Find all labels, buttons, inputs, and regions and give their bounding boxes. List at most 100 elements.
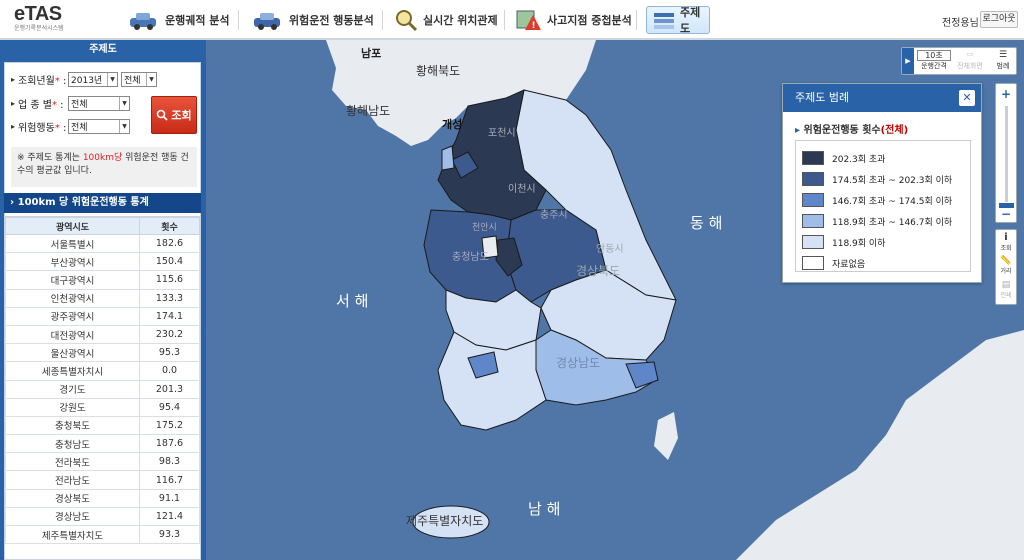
printer-icon: ▤ <box>1001 280 1011 290</box>
chevron-right-icon: ▸ <box>795 125 801 136</box>
legend-header: 주제도 범례 ✕ <box>783 84 981 112</box>
table-header-row: 광역시도 횟수 <box>5 217 200 235</box>
table-row: 부산광역시 150.4 <box>5 252 200 272</box>
column-header-count: 횟수 <box>139 217 200 235</box>
count-cell: 93.3 <box>139 524 200 545</box>
menu-divider <box>636 10 637 30</box>
toolbar-collapse-toggle[interactable]: ▶ <box>902 48 914 74</box>
stats-title: › 100km 당 위험운전행동 통계 <box>4 193 201 213</box>
magnifier-map-icon <box>394 9 418 32</box>
map-toolbar: ▶ 10초 운행간격 ▭ 전체화면 ☰ 범례 <box>901 47 1017 75</box>
print-button[interactable]: ▤ 인쇄 <box>996 280 1016 304</box>
legend-swatch <box>802 235 824 249</box>
zoom-in-button[interactable]: + <box>999 87 1013 101</box>
zoom-slider-track[interactable] <box>1005 106 1008 202</box>
year-select[interactable]: 2013년 ▼ <box>68 71 119 87</box>
label-andong: 안동시 <box>596 244 624 255</box>
menu-driving-trajectory[interactable]: 운행궤적 분석 <box>128 6 230 34</box>
logo-subtitle: 운행기록분석시스템 <box>14 25 64 32</box>
legend-button[interactable]: ☰ 범례 <box>992 50 1014 73</box>
menu-accident-overlay[interactable]: ! 사고지점 중첩분석 <box>516 6 632 34</box>
region-cell: 서울특별시 <box>5 233 140 254</box>
month-select[interactable]: 전체 ▼ <box>121 71 158 87</box>
legend-swatch <box>802 151 824 165</box>
legend-label: 자료없음 <box>832 259 866 270</box>
legend-subtitle: ▸ 위험운전행동 횟수(전체) <box>795 125 909 136</box>
legend-label: 146.7회 초과 ~ 174.5회 이하 <box>832 196 953 207</box>
industry-select[interactable]: 전체 ▼ <box>68 95 131 111</box>
label-kaesong: 개성 <box>442 118 463 131</box>
table-row: 인천광역시 133.3 <box>5 288 200 308</box>
label-south-sea: 남 해 <box>528 500 561 518</box>
legend-label: 174.5회 초과 ~ 202.3회 이하 <box>832 175 953 186</box>
legend-swatch <box>802 256 824 270</box>
tsushima-land <box>654 412 678 460</box>
region-cell: 경기도 <box>5 379 140 399</box>
search-button[interactable]: 조회 <box>151 96 197 134</box>
year-row: ▸ 조회년월* : 2013년 ▼ 전체 ▼ <box>11 71 160 87</box>
behavior-select[interactable]: 전체 ▼ <box>68 118 131 134</box>
query-tool-button[interactable]: i 조회 <box>996 232 1016 256</box>
interval-select[interactable]: 10초 운행간격 <box>917 50 951 73</box>
region-cell: 경상남도 <box>5 506 140 527</box>
table-row: 세종특별자치시 0.0 <box>5 361 200 381</box>
region-cell: 광주광역시 <box>5 306 140 326</box>
table-row: 경상북도 91.1 <box>5 488 200 508</box>
info-icon: i <box>1004 232 1008 243</box>
legend-label: 118.9회 이하 <box>832 238 886 249</box>
chevron-down-icon: ▼ <box>146 72 156 86</box>
legend-item: 118.9회 초과 ~ 146.7회 이하 <box>802 212 952 230</box>
table-row: 울산광역시 95.3 <box>5 343 200 363</box>
region-cell: 전라남도 <box>5 470 140 490</box>
year-label: 조회년월* : <box>18 75 67 87</box>
count-cell: 133.3 <box>139 288 200 308</box>
logo-title: eTAS <box>14 3 62 25</box>
menu-label: 사고지점 중첩분석 <box>547 14 632 27</box>
count-cell: 174.1 <box>139 306 200 326</box>
close-icon[interactable]: ✕ <box>959 90 975 106</box>
region-cell: 전라북도 <box>5 452 140 472</box>
industry-row: ▸ 업 종 별* : 전체 ▼ <box>11 95 133 111</box>
region-cell: 부산광역시 <box>5 252 140 272</box>
table-row: 충청북도 175.2 <box>5 415 200 436</box>
label-chungju: 충주시 <box>540 210 568 221</box>
table-row: 대전광역시 230.2 <box>5 324 200 345</box>
menu-divider <box>382 10 383 30</box>
legend-swatch <box>802 172 824 186</box>
count-cell: 95.3 <box>139 343 200 363</box>
logo[interactable]: eTAS 운행기록분석시스템 <box>14 4 64 33</box>
count-cell: 116.7 <box>139 470 200 490</box>
table-row: 제주특별자치도 93.3 <box>5 524 200 545</box>
stats-table: 광역시도 횟수 서울특별시 182.6 부산광역시 150.4 대구광역시 115.6 인천… <box>4 216 201 560</box>
svg-text:!: ! <box>532 21 536 31</box>
list-icon: ☰ <box>998 50 1008 60</box>
fullscreen-button[interactable]: ▭ 전체화면 <box>956 50 984 73</box>
label-gyeongnam: 경상남도 <box>556 356 601 370</box>
menu-realtime-location[interactable]: 실시간 위치관제 <box>394 6 498 34</box>
count-cell: 230.2 <box>139 324 200 345</box>
ruler-icon: 📏 <box>1000 256 1012 266</box>
top-bar: eTAS 운행기록분석시스템 운행궤적 분석 위험운전 행동분석 실시간 위치관… <box>0 0 1024 40</box>
search-panel-title: 주제도 <box>89 44 117 55</box>
distance-tool-button[interactable]: 📏 거리 <box>996 256 1016 280</box>
count-cell: 201.3 <box>139 379 200 399</box>
menu-risky-driving[interactable]: 위험운전 행동분석 <box>252 6 374 34</box>
table-row: 광주광역시 174.1 <box>5 306 200 326</box>
logout-button[interactable]: 로그아웃 <box>980 11 1018 28</box>
count-cell: 121.4 <box>139 506 200 527</box>
menu-label: 주제도 <box>680 6 701 35</box>
legend-swatch <box>802 193 824 207</box>
table-row: 충청남도 187.6 <box>5 434 200 454</box>
menu-thematic-map[interactable]: 주제도 <box>646 6 710 35</box>
behavior-label: 위험행동* : <box>18 122 67 134</box>
region-incheon <box>441 145 455 171</box>
count-cell: 95.4 <box>139 397 200 417</box>
left-panel: 주제도 ▸ 조회년월* : 2013년 ▼ 전체 ▼ ▸ 업 종 별* : 전체 ▼ … <box>0 40 206 560</box>
region-cell: 충청남도 <box>5 434 140 454</box>
table-row: 전라북도 98.3 <box>5 452 200 472</box>
bullet-arrow-icon: ▸ <box>11 121 16 131</box>
zoom-out-button[interactable]: − <box>999 207 1013 221</box>
region-cell: 대구광역시 <box>5 270 140 290</box>
region-cell: 인천광역시 <box>5 288 140 308</box>
label-hwanghae-south: 황해남도 <box>346 104 391 118</box>
